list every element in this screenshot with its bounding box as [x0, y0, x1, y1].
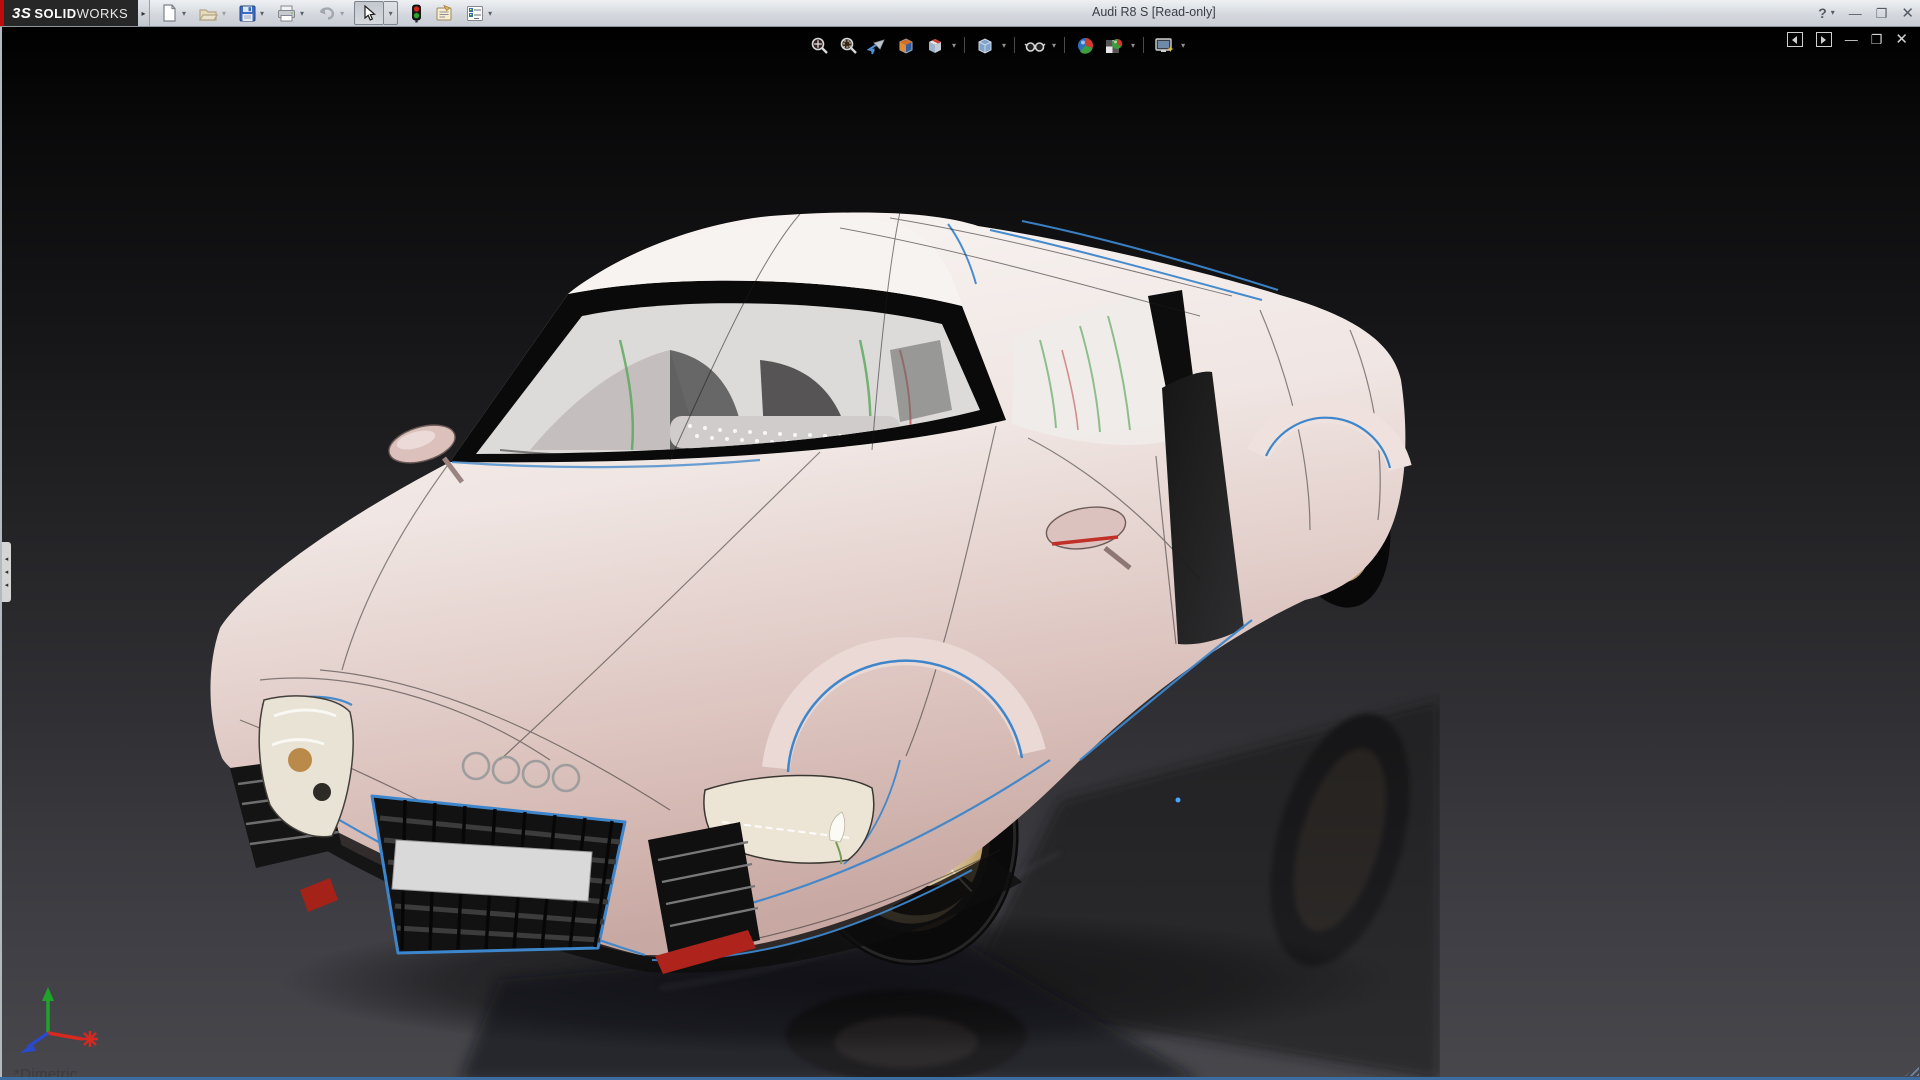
open-button[interactable] — [196, 1, 221, 25]
resize-grip[interactable] — [1905, 1064, 1919, 1076]
open-caret[interactable]: ▾ — [221, 9, 229, 18]
help-button[interactable]: ? — [1818, 6, 1827, 20]
view-orientation-icon — [929, 38, 941, 53]
vertex-marker[interactable] — [1175, 797, 1181, 803]
display-style-icon — [978, 37, 992, 54]
front-grille[interactable] — [370, 794, 627, 955]
title-bar: 3S SOLIDWORKS ▸ ▾ ▾ ▾ ▾ ▾ ▾ ▾ Audi R8 S … — [0, 0, 1920, 27]
undo-caret[interactable]: ▾ — [339, 9, 347, 18]
collapse-left-panel-button[interactable] — [1786, 32, 1803, 47]
right-triangle-icon — [1821, 35, 1827, 44]
help-caret[interactable]: ▾ — [1831, 9, 1835, 17]
headsup-view-toolbar: ▾ ▾ ▾ ▾ ▾ — [806, 33, 1186, 57]
hide-show-items-button[interactable] — [1022, 33, 1048, 57]
logo-red-strip — [0, 0, 4, 26]
document-restore-button[interactable]: ❐ — [1871, 33, 1883, 46]
reference-triad — [20, 987, 98, 1053]
logo-glyph: 3S — [12, 4, 32, 22]
toolbar-separator — [1014, 37, 1016, 53]
undo-icon — [319, 6, 335, 20]
view-settings-icon — [1154, 37, 1174, 52]
select-tool-button[interactable] — [354, 1, 385, 25]
document-window-controls: — ❐ ✕ — [1786, 32, 1908, 47]
view-orientation-caret[interactable]: ▾ — [951, 41, 957, 50]
toolbar-separator — [964, 37, 966, 53]
edit-appearance-icon — [1077, 37, 1093, 54]
select-cursor-icon — [363, 5, 376, 21]
apply-scene-button[interactable] — [1101, 33, 1127, 57]
window-title: Audi R8 S [Read-only] — [1092, 5, 1216, 19]
feature-manager-collapsed-tab[interactable]: ◂ ◂ ◂ — [2, 542, 11, 602]
hide-show-items-icon — [1024, 41, 1046, 52]
select-tool-caret[interactable]: ▾ — [384, 1, 399, 25]
collapse-right-panel-button[interactable] — [1815, 32, 1832, 47]
apply-scene-icon — [1106, 38, 1123, 53]
solidworks-logo: 3S SOLIDWORKS — [0, 0, 138, 26]
new-document-button[interactable] — [158, 1, 181, 25]
zoom-to-fit-button[interactable] — [806, 33, 832, 57]
options-button[interactable] — [463, 1, 487, 25]
view-settings-button[interactable] — [1151, 33, 1177, 57]
open-icon — [199, 8, 219, 21]
print-caret[interactable]: ▾ — [299, 9, 307, 18]
zoom-to-area-button[interactable] — [835, 33, 861, 57]
display-style-button[interactable] — [972, 33, 998, 57]
main-toolbar: ▾ ▾ ▾ ▾ ▾ ▾ ▾ — [158, 1, 502, 25]
left-triangle-icon — [1792, 35, 1798, 44]
zoom-to-area-icon — [840, 37, 857, 54]
new-document-icon — [163, 4, 176, 22]
document-minimize-button[interactable]: — — [1845, 33, 1858, 46]
previous-view-icon — [867, 38, 885, 54]
save-icon — [239, 5, 256, 21]
front-left-red-accent — [300, 878, 338, 912]
print-button[interactable] — [274, 1, 299, 25]
restore-button[interactable]: ❐ — [1876, 7, 1888, 20]
solidworks-window: 3S SOLIDWORKS ▸ ▾ ▾ ▾ ▾ ▾ ▾ ▾ Audi R8 S … — [0, 0, 1920, 1080]
view-orientation-button[interactable] — [922, 33, 948, 57]
undo-button[interactable] — [314, 1, 339, 25]
apply-scene-caret[interactable]: ▾ — [1130, 41, 1136, 50]
rebuild-traffic-light-button[interactable] — [408, 1, 425, 25]
note-icon — [436, 4, 452, 21]
window-controls: ? ▾ — ❐ ✕ — [1818, 0, 1914, 26]
options-icon — [467, 5, 484, 21]
previous-view-button[interactable] — [864, 33, 890, 57]
save-button[interactable] — [236, 1, 259, 25]
note-button[interactable] — [431, 1, 457, 25]
new-document-caret[interactable]: ▾ — [181, 9, 189, 18]
hide-show-items-caret[interactable]: ▾ — [1051, 41, 1057, 50]
zoom-to-fit-icon — [811, 37, 828, 54]
print-icon — [278, 5, 296, 21]
logo-bold-text: SOLID — [34, 5, 77, 21]
graphics-viewport[interactable]: ▾ ▾ ▾ ▾ ▾ — ❐ ✕ ◂ ◂ ◂ *Dimetric — [0, 26, 1920, 1080]
view-settings-caret[interactable]: ▾ — [1180, 41, 1186, 50]
close-button[interactable]: ✕ — [1901, 6, 1914, 21]
section-view-button[interactable] — [893, 33, 919, 57]
save-caret[interactable]: ▾ — [259, 9, 267, 18]
traffic-light-icon — [412, 4, 421, 22]
section-view-icon — [899, 37, 913, 54]
toolbar-separator — [1143, 37, 1145, 53]
audi-r8-model[interactable] — [200, 200, 1440, 1080]
options-caret[interactable]: ▾ — [487, 9, 495, 18]
menu-expand-arrow[interactable]: ▸ — [138, 0, 150, 26]
document-close-button[interactable]: ✕ — [1895, 32, 1908, 47]
display-style-caret[interactable]: ▾ — [1001, 41, 1007, 50]
edit-appearance-button[interactable] — [1072, 33, 1098, 57]
logo-light-text: WORKS — [76, 5, 129, 21]
toolbar-separator — [1064, 37, 1066, 53]
minimize-button[interactable]: — — [1849, 7, 1862, 20]
